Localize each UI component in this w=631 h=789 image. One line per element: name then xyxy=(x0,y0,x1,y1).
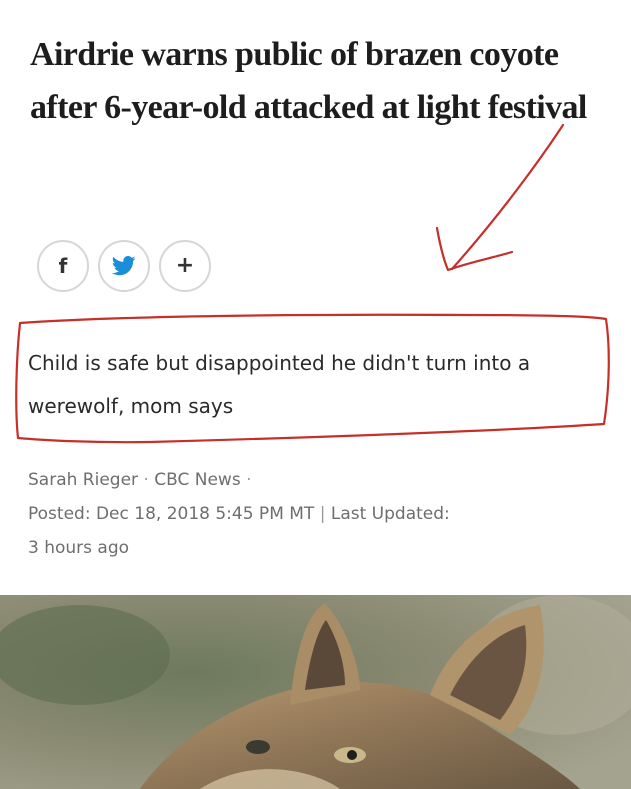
updated-timestamp: 3 hours ago xyxy=(28,538,130,558)
article-byline: Sarah Rieger · CBC News · Posted: Dec 18… xyxy=(28,463,618,565)
byline-date-row: Posted: Dec 18, 2018 5:45 PM MT | Last U… xyxy=(28,497,618,531)
posted-timestamp: Posted: Dec 18, 2018 5:45 PM MT xyxy=(28,504,315,524)
byline-separator: · xyxy=(143,470,149,490)
coyote-image xyxy=(0,595,631,789)
source-name: CBC News xyxy=(154,470,241,490)
share-twitter-button[interactable] xyxy=(98,240,150,292)
facebook-icon: f xyxy=(58,254,68,278)
author-name[interactable]: Sarah Rieger xyxy=(28,470,138,490)
byline-author-row: Sarah Rieger · CBC News · xyxy=(28,463,618,497)
share-more-button[interactable]: + xyxy=(159,240,211,292)
share-bar: f + xyxy=(37,240,211,292)
twitter-icon xyxy=(112,256,136,276)
article-headline: Airdrie warns public of brazen coyote af… xyxy=(30,36,587,126)
coyote-photo xyxy=(0,595,631,789)
share-facebook-button[interactable]: f xyxy=(37,240,89,292)
annotation-arrow-head xyxy=(435,226,514,272)
article-subheadline: Child is safe but disappointed he didn't… xyxy=(28,351,531,418)
updated-label: Last Updated: xyxy=(330,504,450,524)
annotation-arrow-shaft xyxy=(450,123,565,271)
plus-icon: + xyxy=(175,253,195,278)
byline-updated-row: 3 hours ago xyxy=(28,531,618,565)
byline-divider: | xyxy=(319,504,326,524)
byline-separator-trailing: · xyxy=(246,470,252,490)
